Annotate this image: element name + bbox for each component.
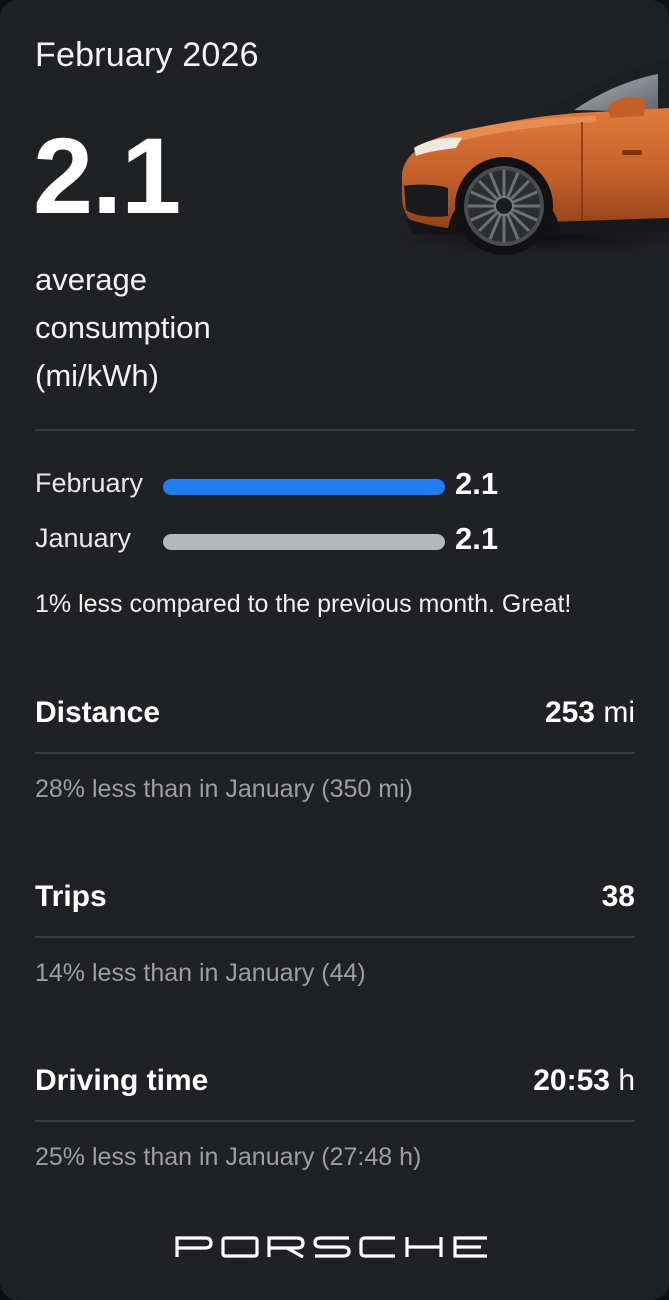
driving-time-label: Driving time: [35, 1064, 209, 1097]
porsche-wordmark-logo: [174, 1236, 487, 1258]
comparison-bar-current: [163, 479, 445, 495]
trips-value: 38: [602, 880, 635, 914]
caption-line: consumption: [35, 310, 211, 345]
average-consumption-caption: average consumption (mi/kWh): [35, 256, 295, 400]
section-divider: [35, 936, 635, 938]
trips-number: 38: [601, 880, 635, 913]
distance-unit: mi: [603, 696, 635, 729]
brand-logo: [0, 1236, 669, 1263]
comparison-month-label: February: [35, 468, 144, 498]
trips-note: 14% less than in January (44): [35, 959, 366, 987]
driving-time-row: Driving time 20:53 h: [35, 1064, 635, 1104]
month-title: February 2026: [35, 36, 259, 74]
caption-line: average: [35, 262, 148, 297]
section-divider: [35, 752, 635, 754]
distance-value: 253 mi: [545, 696, 635, 730]
comparison-value: 2.1: [455, 521, 499, 556]
comparison-month-label: January: [35, 523, 132, 553]
average-consumption-value: 2.1: [33, 115, 181, 236]
driving-time-value: 20:53 h: [533, 1064, 635, 1098]
trips-row: Trips 38: [35, 880, 635, 920]
comparison-note: 1% less compared to the previous month. …: [35, 590, 572, 618]
caption-line: (mi/kWh): [35, 358, 159, 393]
comparison-bar-previous: [163, 534, 445, 550]
trips-label: Trips: [35, 880, 107, 913]
distance-row: Distance 253 mi: [35, 696, 635, 736]
driving-time-number: 20:53: [533, 1064, 610, 1097]
comparison-row-current: February 2.1: [35, 466, 635, 506]
car-image: [396, 60, 669, 255]
monthly-summary-card: February 2026 2.1 average consumption (m…: [0, 0, 669, 1300]
driving-time-note: 25% less than in January (27:48 h): [35, 1143, 422, 1171]
section-divider: [35, 429, 635, 431]
distance-number: 253: [544, 696, 595, 729]
comparison-value: 2.1: [455, 466, 499, 501]
distance-note: 28% less than in January (350 mi): [35, 775, 413, 803]
driving-time-unit: h: [618, 1064, 635, 1097]
distance-label: Distance: [35, 696, 161, 729]
section-divider: [35, 1120, 635, 1122]
comparison-row-previous: January 2.1: [35, 521, 635, 561]
